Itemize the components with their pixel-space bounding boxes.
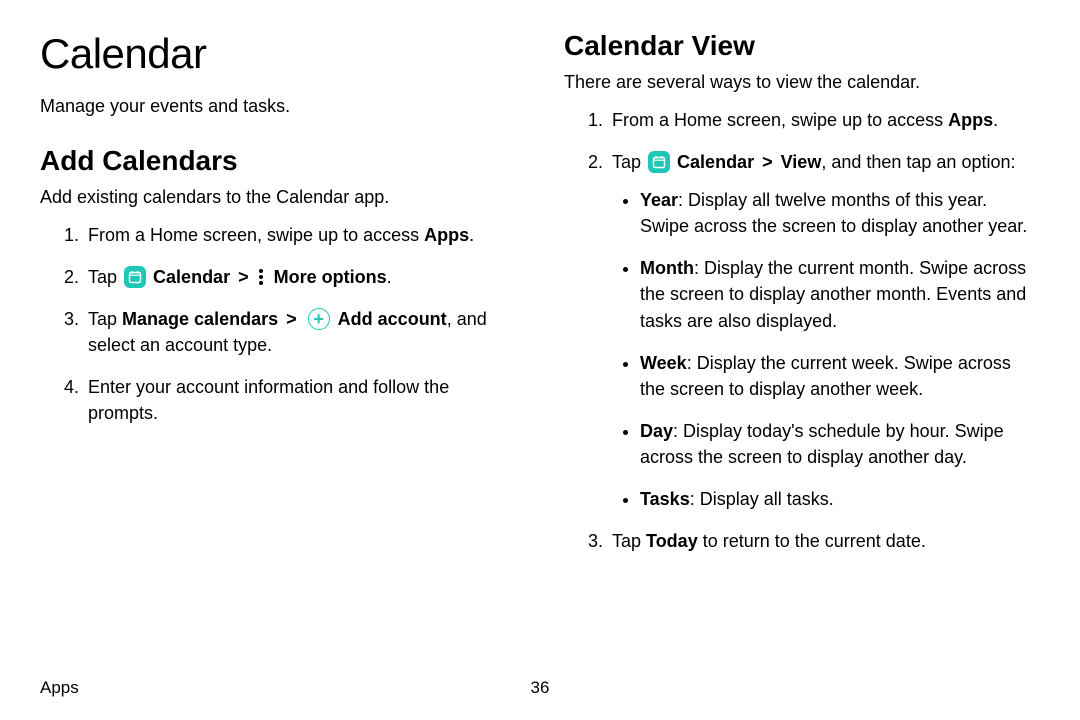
- option-label: Day: [640, 421, 673, 441]
- step-4: Enter your account information and follo…: [84, 374, 516, 426]
- option-label: Tasks: [640, 489, 690, 509]
- more-options-icon: [259, 269, 265, 285]
- option-day: Day: Display today's schedule by hour. S…: [640, 418, 1040, 470]
- text: .: [387, 267, 392, 287]
- add-calendars-heading: Add Calendars: [40, 145, 516, 177]
- view-label: View: [781, 152, 822, 172]
- calendar-view-steps: From a Home screen, swipe up to access A…: [564, 107, 1040, 570]
- page-subtitle: Manage your events and tasks.: [40, 96, 516, 117]
- page-title: Calendar: [40, 30, 516, 78]
- calendar-view-heading: Calendar View: [564, 30, 1040, 62]
- step-1: From a Home screen, swipe up to access A…: [84, 222, 516, 248]
- text: Tap: [612, 152, 646, 172]
- option-label: Month: [640, 258, 694, 278]
- footer-page-number: 36: [531, 678, 550, 698]
- chevron-icon: >: [238, 267, 249, 287]
- option-tasks: Tasks: Display all tasks.: [640, 486, 1040, 512]
- option-desc: : Display all twelve months of this year…: [640, 190, 1027, 236]
- text: Enter your account information and follo…: [88, 377, 449, 423]
- add-calendars-intro: Add existing calendars to the Calendar a…: [40, 187, 516, 208]
- step-3: Tap Today to return to the current date.: [608, 528, 1040, 554]
- text: , and then tap an option:: [821, 152, 1015, 172]
- chevron-icon: >: [286, 309, 297, 329]
- left-column: Calendar Manage your events and tasks. A…: [40, 30, 516, 660]
- step-2: Tap Calendar > View, and then tap an opt…: [608, 149, 1040, 512]
- text: Tap: [88, 267, 122, 287]
- text: Tap: [88, 309, 122, 329]
- option-label: Year: [640, 190, 678, 210]
- option-desc: : Display the current week. Swipe across…: [640, 353, 1011, 399]
- text: to return to the current date.: [698, 531, 926, 551]
- text: .: [469, 225, 474, 245]
- calendar-label: Calendar: [153, 267, 230, 287]
- view-options-list: Year: Display all twelve months of this …: [612, 187, 1040, 512]
- manage-calendars-label: Manage calendars: [122, 309, 278, 329]
- text: From a Home screen, swipe up to access: [88, 225, 424, 245]
- option-year: Year: Display all twelve months of this …: [640, 187, 1040, 239]
- chevron-icon: >: [762, 152, 773, 172]
- calendar-icon: [648, 151, 670, 173]
- calendar-view-intro: There are several ways to view the calen…: [564, 72, 1040, 93]
- text: From a Home screen, swipe up to access: [612, 110, 948, 130]
- option-week: Week: Display the current week. Swipe ac…: [640, 350, 1040, 402]
- add-calendars-steps: From a Home screen, swipe up to access A…: [40, 222, 516, 443]
- apps-label: Apps: [948, 110, 993, 130]
- option-desc: : Display all tasks.: [690, 489, 834, 509]
- footer-section-label: Apps: [40, 678, 79, 698]
- step-3: Tap Manage calendars > + Add account, an…: [84, 306, 516, 358]
- calendar-label: Calendar: [677, 152, 754, 172]
- calendar-icon: [124, 266, 146, 288]
- option-desc: : Display the current month. Swipe acros…: [640, 258, 1026, 330]
- more-options-label: More options: [274, 267, 387, 287]
- text: Tap: [612, 531, 646, 551]
- page-footer: Apps 36: [40, 678, 1040, 698]
- option-label: Week: [640, 353, 687, 373]
- step-2: Tap Calendar > More options.: [84, 264, 516, 290]
- option-month: Month: Display the current month. Swipe …: [640, 255, 1040, 333]
- apps-label: Apps: [424, 225, 469, 245]
- add-icon: +: [308, 308, 330, 330]
- step-1: From a Home screen, swipe up to access A…: [608, 107, 1040, 133]
- today-label: Today: [646, 531, 698, 551]
- text: .: [993, 110, 998, 130]
- right-column: Calendar View There are several ways to …: [564, 30, 1040, 660]
- add-account-label: Add account: [338, 309, 447, 329]
- option-desc: : Display today's schedule by hour. Swip…: [640, 421, 1004, 467]
